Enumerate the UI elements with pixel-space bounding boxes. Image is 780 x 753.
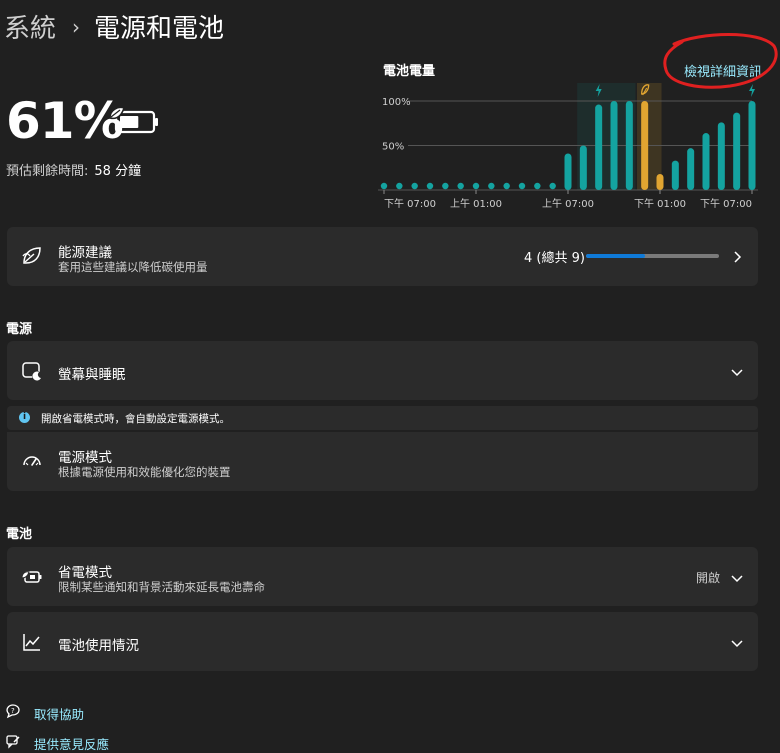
- power-section-label: 電源: [6, 322, 33, 337]
- battery-saver-card[interactable]: 省電模式 限制某些通知和背景活動來延長電池壽命 開啟: [7, 547, 758, 606]
- recommendations-progress-bar: [586, 254, 719, 258]
- power-mode-subtitle: 根據電源使用和效能優化您的裝置: [58, 465, 231, 479]
- battery-usage-card[interactable]: 電池使用情況: [7, 612, 758, 671]
- time-remaining-value: 58 分鐘: [94, 164, 142, 179]
- battery-usage-title: 電池使用情況: [58, 638, 139, 654]
- recommendations-count: 4 (總共 9): [524, 251, 585, 266]
- breadcrumb-separator: ›: [72, 14, 81, 39]
- chart-bar: [411, 182, 418, 190]
- energy-recommendations-subtitle: 套用這些建議以降低碳使用量: [58, 260, 208, 274]
- chart-bar: [564, 153, 572, 190]
- battery-saver-icon: [21, 566, 43, 588]
- chart-bar: [671, 160, 679, 190]
- x-tick-label: 上午 01:00: [450, 197, 502, 210]
- chart-bar: [579, 145, 587, 190]
- battery-saver-subtitle: 限制某些通知和背景活動來延長電池壽命: [58, 580, 265, 594]
- chart-bar: [687, 148, 695, 190]
- power-mode-title: 電源模式: [58, 450, 112, 466]
- time-remaining-label: 預估剩餘時間:: [6, 164, 89, 179]
- chart-bar: [625, 101, 633, 190]
- chart-title: 電池電量: [383, 64, 436, 79]
- battery-level-chart: 100% 50% 下午 07:00 上午 01:00 上午 07:00 下午 01:00 下…: [378, 83, 758, 210]
- chart-bar: [380, 182, 388, 190]
- info-icon: i: [19, 412, 30, 423]
- battery-percentage: 61%: [6, 92, 124, 150]
- chart-bar: [717, 122, 725, 190]
- power-info-bar: i 開啟省電模式時，會自動設定電源模式。: [7, 406, 758, 430]
- power-mode-gauge-icon: [21, 451, 43, 473]
- battery-saver-status: 開啟: [695, 571, 720, 585]
- recommendations-progress-fill: [586, 254, 646, 258]
- chart-bar: [518, 182, 526, 190]
- chevron-down-icon: [730, 635, 744, 649]
- energy-recommendations-card[interactable]: 能源建議 套用這些建議以降低碳使用量 4 (總共 9): [7, 227, 758, 286]
- svg-text:?: ?: [11, 707, 15, 715]
- chevron-down-icon: [730, 364, 744, 378]
- power-info-text: 開啟省電模式時，會自動設定電源模式。: [41, 413, 230, 425]
- get-help-link[interactable]: 取得協助: [34, 704, 84, 723]
- x-tick-label: 上午 07:00: [542, 197, 594, 210]
- power-mode-card[interactable]: 電源模式 根據電源使用和效能優化您的裝置: [7, 432, 758, 491]
- y-tick-label: 100%: [382, 97, 411, 108]
- chart-bar: [426, 182, 434, 190]
- chart-bar: [595, 104, 603, 190]
- screen-sleep-icon: [21, 360, 43, 382]
- energy-recommendations-title: 能源建議: [58, 245, 112, 261]
- chart-bar: [641, 101, 649, 190]
- breadcrumb-root[interactable]: 系統: [4, 8, 56, 45]
- chart-bar: [472, 182, 480, 190]
- chart-bar: [549, 182, 556, 190]
- battery-charging-icon: [108, 104, 162, 140]
- page-title: 電源和電池: [94, 14, 225, 44]
- chart-bar: [396, 182, 403, 190]
- breadcrumb: 系統 › 電源和電池: [4, 8, 224, 45]
- chevron-down-icon: [730, 570, 744, 584]
- chart-bar: [457, 182, 464, 190]
- x-tick-label: 下午 01:00: [634, 197, 686, 210]
- x-tick-label: 下午 07:00: [384, 197, 436, 210]
- battery-section-label: 電池: [6, 527, 33, 542]
- battery-saver-title: 省電模式: [58, 565, 112, 581]
- help-icon: ?: [5, 703, 21, 719]
- saver-band: [637, 83, 662, 190]
- chart-bar: [702, 133, 710, 190]
- chart-bar: [610, 101, 618, 190]
- y-tick-label: 50%: [382, 142, 404, 153]
- feedback-icon: [5, 733, 21, 749]
- charging-bolt-icon: [749, 84, 755, 97]
- x-tick-label: 下午 07:00: [700, 197, 752, 210]
- screen-sleep-title: 螢幕與睡眠: [58, 367, 126, 383]
- chart-bar: [656, 173, 664, 190]
- leaf-icon: [21, 245, 43, 267]
- chart-bar: [534, 182, 541, 190]
- chart-bar: [733, 112, 741, 190]
- chevron-right-icon: [730, 249, 744, 263]
- line-chart-icon: [21, 631, 43, 653]
- screen-sleep-card[interactable]: 螢幕與睡眠: [7, 341, 758, 400]
- time-remaining: 預估剩餘時間: 58 分鐘: [6, 160, 141, 179]
- chart-bar: [488, 182, 495, 190]
- chart-bar: [442, 182, 449, 190]
- view-details-link[interactable]: 檢視詳細資訊: [684, 61, 762, 80]
- chart-bar: [503, 182, 510, 190]
- give-feedback-link[interactable]: 提供意見反應: [34, 734, 109, 753]
- chart-bar: [748, 101, 756, 190]
